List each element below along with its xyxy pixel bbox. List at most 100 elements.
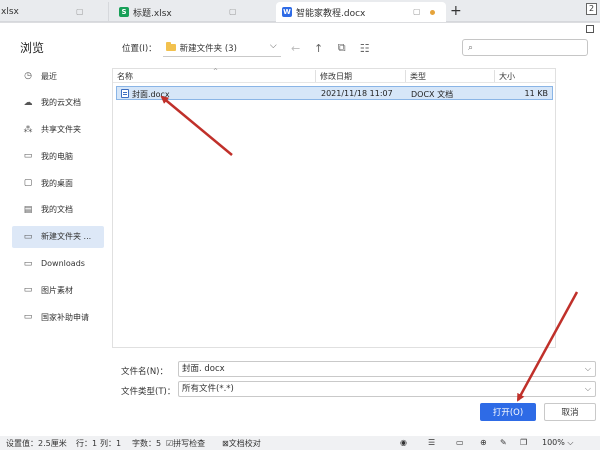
new-folder-icon[interactable]: ⧉ <box>334 40 350 56</box>
clock-icon: ◷ <box>24 71 32 81</box>
tab-pin-icon[interactable]: ▢ <box>413 7 421 16</box>
sidebar-item-label: 我的电脑 <box>41 151 73 161</box>
status-col: 列：1 <box>100 439 122 448</box>
location-dropdown[interactable]: 新建文件夹 (3) ⌵ <box>162 39 281 57</box>
column-header-type[interactable]: 类型 <box>410 71 426 82</box>
layout-icon[interactable]: ☰ <box>428 438 435 447</box>
file-list-header: 名称 ^ 修改日期 类型 大小 <box>113 68 555 83</box>
spellcheck-label: 拼写检查 <box>173 439 206 448</box>
sidebar-item-new-folder[interactable]: ▭ 新建文件夹 ... <box>12 225 104 248</box>
status-row: 行：1 <box>76 439 98 448</box>
search-input[interactable]: ⌕ <box>462 39 588 56</box>
sidebar-item-recent[interactable]: ◷ 最近 <box>12 65 104 87</box>
status-proofread[interactable]: ⊠文档校对 <box>222 438 261 449</box>
sidebar-item-desktop[interactable]: ▢ 我的桌面 <box>12 172 104 194</box>
chevron-down-icon: ⌵ <box>269 41 277 51</box>
sidebar-item-shared-folder[interactable]: ⁂ 共享文件夹 <box>12 119 104 141</box>
page-view-icon[interactable]: ▭ <box>456 438 464 447</box>
tab-label: xlsx <box>1 7 19 17</box>
tab-label: 标题.xlsx <box>133 8 172 19</box>
sidebar-item-label: 国家补助申请 <box>41 312 89 322</box>
location-label: 位置(I)： <box>122 44 157 54</box>
tab-xlsx[interactable]: xlsx ▢ <box>0 2 108 22</box>
column-divider[interactable] <box>405 70 406 82</box>
sidebar-item-label: 图片素材 <box>41 285 73 295</box>
desktop-icon: ▢ <box>23 178 33 189</box>
sidebar-item-label: 我的云文档 <box>41 98 81 108</box>
open-button[interactable]: 打开(O) <box>480 403 536 421</box>
file-row[interactable]: 封面.docx 2021/11/18 11:07 DOCX 文档 11 KB <box>116 86 553 100</box>
sidebar-item-image-assets[interactable]: ▭ 图片素材 <box>12 279 104 301</box>
filetype-value: 所有文件(*.*) <box>182 384 234 394</box>
sidebar-item-downloads[interactable]: ▭ Downloads <box>12 253 104 275</box>
maximize-icon[interactable] <box>586 25 594 33</box>
folder-icon: ▭ <box>23 258 33 269</box>
sidebar-item-label: 最近 <box>41 71 57 81</box>
window-counter[interactable]: 2 <box>586 3 597 15</box>
cloud-icon: ☁ <box>23 97 33 108</box>
chevron-down-icon[interactable]: ⌵ <box>585 362 591 376</box>
document-file-icon <box>121 89 129 98</box>
folder-icon: ▭ <box>23 231 33 242</box>
status-word-count[interactable]: 字数：5 <box>132 438 161 449</box>
view-options-icon[interactable]: ☷ <box>357 40 373 56</box>
sidebar-item-label: 共享文件夹 <box>41 125 81 135</box>
tab-bar: xlsx ▢ S 标题.xlsx ▢ W 智能家教程.docx ▢ + 2 <box>0 0 600 22</box>
unsaved-dot-icon <box>430 10 435 15</box>
share-icon: ⁂ <box>23 124 33 135</box>
tab-title-xlsx[interactable]: S 标题.xlsx ▢ <box>108 2 248 22</box>
file-size: 11 KB <box>524 89 548 98</box>
edit-icon[interactable]: ✎ <box>500 438 507 447</box>
tab-active-docx[interactable]: W 智能家教程.docx ▢ <box>276 2 446 22</box>
browse-dialog: 浏览 位置(I)： 新建文件夹 (3) ⌵ ← ↑ ⧉ ☷ ⌕ ◷ 最近 ☁ 我… <box>0 22 600 436</box>
column-divider[interactable] <box>315 70 316 82</box>
new-tab-plus-icon[interactable]: + <box>450 3 462 19</box>
search-icon: ⌕ <box>468 42 474 53</box>
file-list: 名称 ^ 修改日期 类型 大小 封面.docx 2021/11/18 11:07… <box>112 68 556 348</box>
back-arrow-icon[interactable]: ← <box>288 40 304 56</box>
sidebar-item-label: 我的桌面 <box>41 178 73 188</box>
file-type: DOCX 文档 <box>411 90 454 99</box>
zoom-level[interactable]: 100% ⌵ <box>542 438 573 448</box>
sidebar-item-cloud-docs[interactable]: ☁ 我的云文档 <box>12 92 104 114</box>
web-view-icon[interactable]: ⊕ <box>480 438 487 447</box>
filetype-select[interactable]: 所有文件(*.*) ⌵ <box>178 381 596 397</box>
folder-icon: ▭ <box>23 312 33 323</box>
sidebar-item-my-computer[interactable]: ▭ 我的电脑 <box>12 145 104 167</box>
sidebar-item-label: 我的文档 <box>41 205 73 215</box>
filename-field[interactable]: 封面. docx ⌵ <box>178 361 596 377</box>
up-arrow-icon[interactable]: ↑ <box>311 40 327 56</box>
document-folder-icon: ▤ <box>23 204 33 215</box>
tab-pin-icon[interactable]: ▢ <box>76 7 84 16</box>
column-header-modified[interactable]: 修改日期 <box>320 71 352 82</box>
sidebar: ◷ 最近 ☁ 我的云文档 ⁂ 共享文件夹 ▭ 我的电脑 ▢ 我的桌面 ▤ 我的文… <box>12 65 104 333</box>
zoom-value: 100% <box>542 438 565 447</box>
sidebar-item-grant-application[interactable]: ▭ 国家补助申请 <box>12 306 104 328</box>
column-header-name[interactable]: 名称 <box>117 71 133 82</box>
eye-icon[interactable]: ◉ <box>400 438 407 447</box>
filename-label: 文件名(N)： <box>121 367 168 377</box>
filetype-label: 文件类型(T)： <box>121 387 176 397</box>
tab-pin-icon[interactable]: ▢ <box>229 7 237 16</box>
file-name: 封面.docx <box>132 90 170 99</box>
dialog-title: 浏览 <box>20 41 45 55</box>
sidebar-item-my-documents[interactable]: ▤ 我的文档 <box>12 199 104 221</box>
writer-doc-icon: W <box>282 7 292 17</box>
sort-ascending-icon: ^ <box>213 68 219 75</box>
column-divider[interactable] <box>494 70 495 82</box>
chevron-down-icon: ⌵ <box>584 384 591 393</box>
spreadsheet-icon: S <box>119 7 129 17</box>
location-toolbar: 位置(I)： 新建文件夹 (3) ⌵ ← ↑ ⧉ ☷ <box>122 39 373 57</box>
cancel-button[interactable]: 取消 <box>544 403 596 421</box>
monitor-icon: ▭ <box>23 151 33 162</box>
sidebar-item-label: Downloads <box>41 259 85 269</box>
status-spellcheck[interactable]: ☑拼写检查 <box>166 438 205 449</box>
read-mode-icon[interactable]: ❐ <box>520 438 527 447</box>
proofread-label: 文档校对 <box>228 439 261 448</box>
status-position: 设置值：2.5厘米 <box>6 439 67 448</box>
file-modified: 2021/11/18 11:07 <box>321 89 393 98</box>
sidebar-item-label: 新建文件夹 ... <box>41 232 92 242</box>
folder-icon: ▭ <box>23 285 33 296</box>
folder-icon <box>165 42 176 51</box>
column-header-size[interactable]: 大小 <box>499 71 515 82</box>
